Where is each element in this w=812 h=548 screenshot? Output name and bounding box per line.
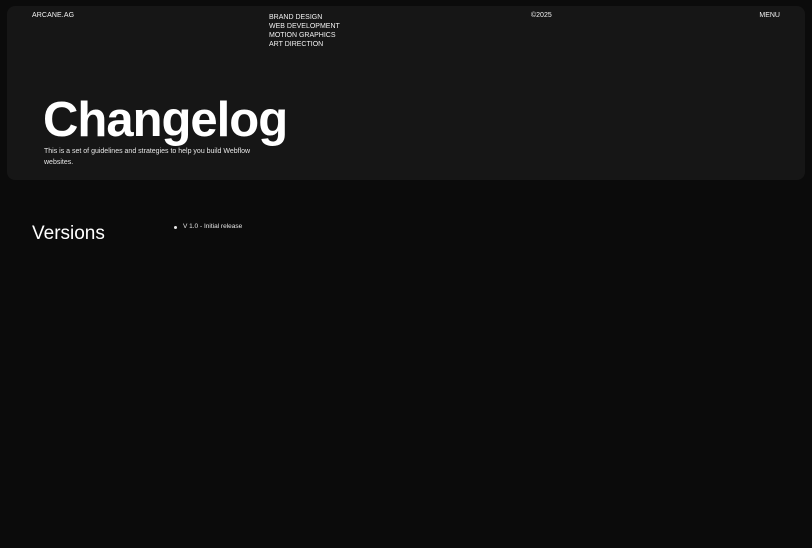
- service-item-brand-design[interactable]: BRAND DESIGN: [269, 13, 340, 22]
- brand-link[interactable]: ARCANE.AG: [32, 12, 74, 19]
- service-item-motion-graphics[interactable]: MOTION GRAPHICS: [269, 31, 340, 40]
- versions-list: V 1.0 - Initial release: [174, 222, 242, 232]
- bullet-icon: [174, 225, 177, 229]
- version-item-label: V 1.0 - Initial release: [183, 223, 243, 230]
- copyright-year: ©2025: [531, 12, 552, 19]
- page-description: This is a set of guidelines and strategi…: [44, 148, 251, 166]
- service-item-art-direction[interactable]: ART DIRECTION: [269, 40, 340, 49]
- versions-heading: Versions: [32, 223, 105, 244]
- services-list: BRAND DESIGN WEB DEVELOPMENT MOTION GRAP…: [269, 13, 340, 49]
- menu-button[interactable]: MENU: [759, 12, 780, 19]
- page-title: Changelog: [43, 93, 288, 147]
- hero-panel: ARCANE.AG BRAND DESIGN WEB DEVELOPMENT M…: [7, 6, 805, 180]
- version-item: V 1.0 - Initial release: [174, 222, 242, 232]
- service-item-web-development[interactable]: WEB DEVELOPMENT: [269, 22, 340, 31]
